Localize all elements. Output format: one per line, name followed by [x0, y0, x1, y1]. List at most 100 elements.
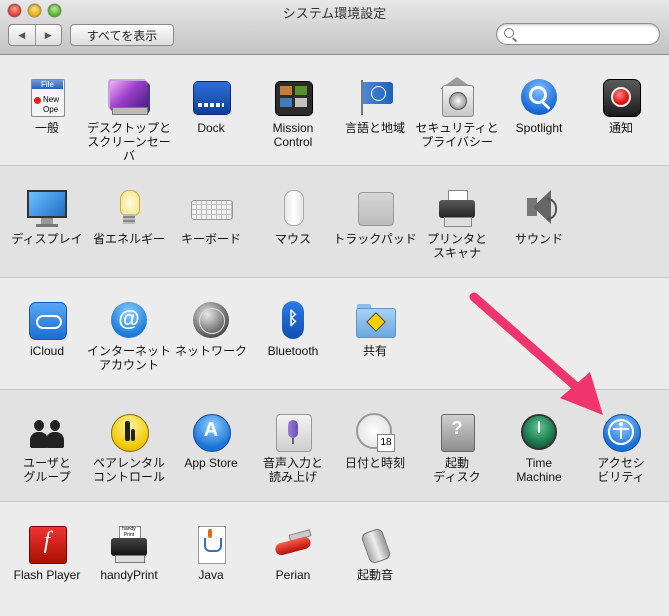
- pref-keyboard[interactable]: キーボード: [169, 188, 253, 246]
- keyboard-icon: [191, 188, 233, 228]
- pref-displays[interactable]: ディスプレイ: [5, 188, 89, 246]
- pref-app-store[interactable]: A App Store: [169, 412, 253, 470]
- network-icon: [191, 300, 231, 340]
- security-privacy-icon: [437, 77, 477, 117]
- section-system: ユーザと グループ ペアレンタル コントロール A App Store 音声入力…: [0, 390, 669, 502]
- pref-general[interactable]: File New Ope 一般: [5, 77, 89, 135]
- pref-label: 起動音: [356, 568, 393, 582]
- system-preferences-window: システム環境設定 ◀ ▶ すべてを表示 File New Ope 一般 デスクト…: [0, 0, 669, 616]
- pref-label: キーボード: [180, 232, 241, 246]
- pref-label: マウス: [274, 232, 311, 246]
- pref-dock[interactable]: Dock: [169, 77, 253, 135]
- pref-java[interactable]: Java: [169, 524, 253, 582]
- back-button[interactable]: ◀: [9, 25, 35, 45]
- pref-label: ネットワーク: [174, 344, 247, 358]
- pref-label: App Store: [184, 456, 238, 470]
- pref-perian[interactable]: Perian: [251, 524, 335, 582]
- pref-label: Dock: [197, 121, 225, 135]
- users-groups-icon: [27, 412, 67, 452]
- pref-label: handyPrint: [100, 568, 158, 582]
- spotlight-icon: [519, 77, 559, 117]
- pref-time-machine[interactable]: Time Machine: [497, 412, 581, 484]
- pref-startup-disk[interactable]: ? 起動 ディスク: [415, 412, 499, 484]
- section-other: f Flash Player handy Print handyPrint Ja…: [0, 502, 669, 616]
- dock-icon: [191, 77, 231, 117]
- back-forward-control: ◀ ▶: [8, 24, 62, 46]
- search-field[interactable]: [496, 23, 660, 45]
- pref-handyprint[interactable]: handy Print handyPrint: [87, 524, 171, 582]
- title-bar: システム環境設定 ◀ ▶ すべてを表示: [0, 0, 669, 55]
- pref-bluetooth[interactable]: ᛒ Bluetooth: [251, 300, 335, 358]
- pref-label: プリンタと スキャナ: [426, 232, 487, 260]
- sound-icon: [519, 188, 559, 228]
- pref-printers-scanners[interactable]: プリンタと スキャナ: [415, 188, 499, 260]
- pref-mouse[interactable]: マウス: [251, 188, 335, 246]
- time-machine-icon: [519, 412, 559, 452]
- pref-sound[interactable]: サウンド: [497, 188, 581, 246]
- pref-spotlight[interactable]: Spotlight: [497, 77, 581, 135]
- pref-label: ディスプレイ: [11, 232, 83, 246]
- pref-label: Spotlight: [515, 121, 563, 135]
- accessibility-icon: [601, 412, 641, 452]
- displays-icon: [27, 188, 67, 228]
- pref-label: トラックパッド: [333, 232, 417, 246]
- pref-label: ユーザと グループ: [23, 456, 71, 484]
- section-internet-wireless: iCloud @ インターネット アカウント ネットワーク ᛒ Bluetoot…: [0, 278, 669, 390]
- pref-label: インターネット アカウント: [87, 344, 172, 372]
- desktop-screensaver-icon: [109, 77, 149, 117]
- pref-parental-controls[interactable]: ペアレンタル コントロール: [87, 412, 171, 484]
- pref-desktop-screensaver[interactable]: デスクトップと スクリーンセーバ: [87, 77, 171, 163]
- pref-label: 一般: [34, 121, 59, 135]
- general-icon: File New Ope: [27, 77, 67, 117]
- pref-trackpad[interactable]: トラックパッド: [333, 188, 417, 246]
- pref-label: Perian: [275, 568, 311, 582]
- pref-accessibility[interactable]: アクセシ ビリティ: [579, 412, 663, 484]
- dictation-speech-icon: [273, 412, 313, 452]
- pref-label: ペアレンタル コントロール: [92, 456, 165, 484]
- startup-sound-icon: [355, 524, 395, 565]
- pref-notifications[interactable]: 通知: [579, 77, 663, 135]
- pref-mission-control[interactable]: Mission Control: [251, 77, 335, 149]
- bluetooth-icon: ᛒ: [273, 300, 313, 340]
- language-region-icon: [355, 77, 395, 117]
- forward-button[interactable]: ▶: [34, 25, 62, 45]
- pref-icloud[interactable]: iCloud: [5, 300, 89, 358]
- internet-accounts-icon: @: [109, 300, 149, 340]
- pref-label: セキュリティと プライバシー: [415, 121, 499, 149]
- pref-label: 言語と地域: [344, 121, 405, 135]
- pref-startup-sound[interactable]: 起動音: [333, 524, 417, 582]
- pref-date-time[interactable]: 18 日付と時刻: [333, 412, 417, 470]
- pref-label: 音声入力と 読み上げ: [262, 456, 323, 484]
- pref-language-region[interactable]: 言語と地域: [333, 77, 417, 135]
- pref-label: 日付と時刻: [344, 456, 405, 470]
- pref-flash-player[interactable]: f Flash Player: [5, 524, 89, 582]
- date-time-icon: 18: [355, 412, 395, 452]
- section-hardware: ディスプレイ 省エネルギー キーボード マウス トラックパッド プリンタと スキ…: [0, 166, 669, 278]
- pref-label: 起動 ディスク: [433, 456, 481, 484]
- window-title: システム環境設定: [282, 6, 387, 21]
- pref-label: Flash Player: [13, 568, 81, 582]
- app-store-icon: A: [191, 412, 231, 452]
- pref-label: Bluetooth: [267, 344, 319, 358]
- section-personal: File New Ope 一般 デスクトップと スクリーンセーバ Dock Mi…: [0, 55, 669, 166]
- pref-users-groups[interactable]: ユーザと グループ: [5, 412, 89, 484]
- pref-security-privacy[interactable]: セキュリティと プライバシー: [415, 77, 499, 149]
- pref-energy-saver[interactable]: 省エネルギー: [87, 188, 171, 246]
- pref-label: 省エネルギー: [92, 232, 165, 246]
- pref-label: アクセシ ビリティ: [597, 456, 645, 484]
- pref-label: サウンド: [514, 232, 563, 246]
- parental-controls-icon: [109, 412, 149, 452]
- pref-label: Time Machine: [516, 456, 562, 484]
- pref-label: Mission Control: [272, 121, 314, 149]
- search-input[interactable]: [517, 26, 655, 43]
- search-icon: [504, 28, 514, 38]
- pref-network[interactable]: ネットワーク: [169, 300, 253, 358]
- pref-internet-accounts[interactable]: @ インターネット アカウント: [87, 300, 171, 372]
- mouse-icon: [273, 188, 313, 228]
- show-all-button[interactable]: すべてを表示: [70, 24, 174, 46]
- pref-sharing[interactable]: 共有: [333, 300, 417, 358]
- perian-icon: [273, 524, 313, 564]
- pref-label: Java: [198, 568, 224, 582]
- pref-dictation-speech[interactable]: 音声入力と 読み上げ: [251, 412, 335, 484]
- printers-scanners-icon: [437, 188, 477, 228]
